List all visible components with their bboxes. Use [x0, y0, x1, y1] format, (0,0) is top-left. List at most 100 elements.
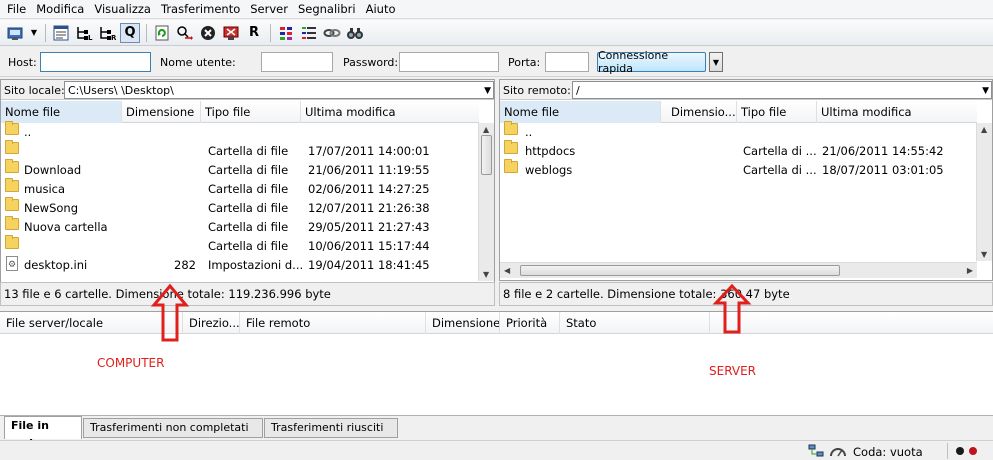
scroll-left-icon[interactable]: ◀: [504, 266, 510, 275]
menu-segnalibri[interactable]: Segnalibri: [293, 0, 361, 18]
speed-gauge-icon[interactable]: [829, 444, 847, 458]
local-tree-icon[interactable]: L: [74, 23, 94, 43]
list-item[interactable]: NewSong Cartella di file 12/07/2011 21:26:…: [1, 197, 479, 218]
find-icon[interactable]: [345, 23, 365, 43]
queue-tabs: File in coda Trasferimenti non completat…: [0, 415, 993, 450]
col-local-modified[interactable]: Ultima modifica: [301, 101, 479, 123]
quickconnect-dropdown-button[interactable]: ▼: [709, 52, 723, 72]
file-modified: 21/06/2011 11:19:55: [308, 163, 430, 177]
reconnect-icon[interactable]: R: [244, 23, 264, 43]
list-item[interactable]: Download Cartella di file 21/06/2011 11:19…: [1, 159, 479, 180]
chevron-down-icon[interactable]: ▼: [484, 86, 491, 96]
username-input[interactable]: [261, 52, 333, 72]
process-queue-icon[interactable]: [175, 23, 195, 43]
list-item[interactable]: ..: [1, 121, 479, 142]
remote-path-input[interactable]: / ▼: [572, 81, 992, 99]
folder-icon: [5, 235, 19, 249]
col-queue-size[interactable]: Dimensione: [426, 312, 500, 334]
local-vscroll-thumb[interactable]: [481, 135, 492, 175]
list-item[interactable]: Cartella di file 10/06/2011 15:17:44: [1, 235, 479, 256]
file-name: NewSong: [24, 201, 79, 215]
remote-path-bar: Sito remoto: / ▼: [500, 80, 992, 100]
toolbar-separator: [146, 23, 147, 42]
refresh-icon[interactable]: [152, 23, 172, 43]
chevron-down-icon: ▼: [712, 57, 720, 67]
password-input[interactable]: [399, 52, 499, 72]
local-pane: Sito locale: C:\Users\ \Desktop\ ▼ Nome …: [0, 79, 495, 306]
col-queue-status[interactable]: Stato: [560, 312, 710, 334]
file-type: Impostazioni d...: [208, 258, 304, 272]
col-local-type[interactable]: Tipo file: [201, 101, 301, 123]
scroll-down-icon[interactable]: ▼: [483, 270, 489, 279]
host-input[interactable]: [40, 52, 151, 72]
status-divider: [947, 443, 948, 459]
menu-server[interactable]: Server: [245, 0, 293, 18]
compare-icon[interactable]: [276, 23, 296, 43]
chevron-down-icon[interactable]: ▼: [982, 86, 989, 96]
list-item[interactable]: httpdocs Cartella di ... 21/06/2011 14:55:…: [500, 140, 977, 161]
disconnect-icon[interactable]: [221, 23, 241, 43]
file-modified: 10/06/2011 15:17:44: [308, 239, 430, 253]
menu-trasferimento[interactable]: Trasferimento: [156, 0, 245, 18]
scroll-up-icon[interactable]: ▲: [981, 125, 987, 134]
tab-failed-transfers[interactable]: Trasferimenti non completati: [83, 418, 263, 438]
queue-icon[interactable]: Q: [120, 22, 140, 43]
list-item[interactable]: Nuova cartella Cartella di file 29/05/2011…: [1, 216, 479, 237]
tab-successful-transfers[interactable]: Trasferimenti riusciti: [264, 418, 398, 438]
link-icon[interactable]: [322, 23, 342, 43]
scroll-right-icon[interactable]: ▶: [967, 266, 973, 275]
remote-hscrollbar[interactable]: ◀ ▶: [500, 262, 977, 278]
sync-browse-icon[interactable]: [299, 23, 319, 43]
menu-visualizza[interactable]: Visualizza: [89, 0, 156, 18]
local-status: 13 file e 6 cartelle. Dimensione totale:…: [0, 282, 495, 306]
col-remote-modified[interactable]: Ultima modifica: [817, 101, 977, 123]
up-arrow-icon: [150, 283, 190, 342]
cancel-icon[interactable]: [198, 23, 218, 43]
col-queue-priority[interactable]: Priorità: [500, 312, 560, 334]
svg-text:R: R: [111, 34, 116, 41]
port-input[interactable]: [545, 52, 589, 72]
scroll-up-icon[interactable]: ▲: [483, 125, 489, 134]
menu-file[interactable]: File: [2, 0, 31, 18]
file-modified: 21/06/2011 14:55:42: [822, 144, 944, 158]
folder-icon: [5, 197, 19, 211]
file-name: Download: [24, 163, 82, 177]
col-queue-remote[interactable]: File remoto: [240, 312, 426, 334]
col-remote-size[interactable]: Dimensio...: [661, 101, 737, 123]
queue-column-header: File server/locale Direzio... File remot…: [0, 312, 993, 334]
list-item[interactable]: ..: [500, 121, 977, 142]
list-item[interactable]: musica Cartella di file 02/06/2011 14:27:2…: [1, 178, 479, 199]
remote-hscroll-thumb[interactable]: [520, 265, 840, 276]
col-local-name[interactable]: Nome file: [1, 101, 122, 123]
quickconnect-button[interactable]: Connessione rapida: [597, 49, 706, 75]
remote-tree-icon[interactable]: R: [97, 23, 117, 43]
message-log-icon[interactable]: [51, 23, 71, 43]
col-remote-type[interactable]: Tipo file: [737, 101, 817, 123]
tab-queued-files[interactable]: File in coda: [4, 416, 82, 450]
menu-modifica[interactable]: Modifica: [31, 0, 89, 18]
list-item[interactable]: Cartella di file 17/07/2011 14:00:01: [1, 140, 479, 161]
local-path-input[interactable]: C:\Users\ \Desktop\ ▼: [64, 81, 494, 99]
local-site-label: Sito locale:: [4, 84, 65, 97]
col-queue-direction[interactable]: Direzio...: [183, 312, 240, 334]
list-item[interactable]: desktop.ini 282 Impostazioni d... 19/04/201…: [1, 256, 479, 275]
folder-icon: [5, 121, 19, 135]
dropdown-icon[interactable]: ▼: [29, 23, 39, 43]
list-item[interactable]: weblogs Cartella di ... 18/07/2011 03:01:0…: [500, 159, 977, 180]
col-remote-name[interactable]: Nome file: [500, 101, 661, 123]
file-name: desktop.ini: [24, 258, 88, 272]
menu-bar: File Modifica Visualizza Trasferimento S…: [0, 0, 993, 19]
toolbar-separator: [45, 23, 46, 42]
scroll-down-icon[interactable]: ▼: [981, 250, 987, 259]
local-vscrollbar[interactable]: ▲ ▼: [478, 123, 494, 281]
file-type: Cartella di file: [208, 182, 289, 196]
remote-vscrollbar[interactable]: ▲ ▼: [976, 123, 992, 261]
file-settings-icon: [6, 256, 18, 275]
menu-aiuto[interactable]: Aiuto: [361, 0, 401, 18]
upload-led-icon: [956, 447, 964, 455]
file-name: weblogs: [525, 163, 573, 177]
remote-column-header: Nome file Dimensio... Tipo file Ultima m…: [500, 101, 977, 123]
col-local-size[interactable]: Dimensione: [122, 101, 201, 123]
up-arrow-icon: [712, 283, 752, 334]
site-manager-icon[interactable]: [6, 23, 26, 43]
